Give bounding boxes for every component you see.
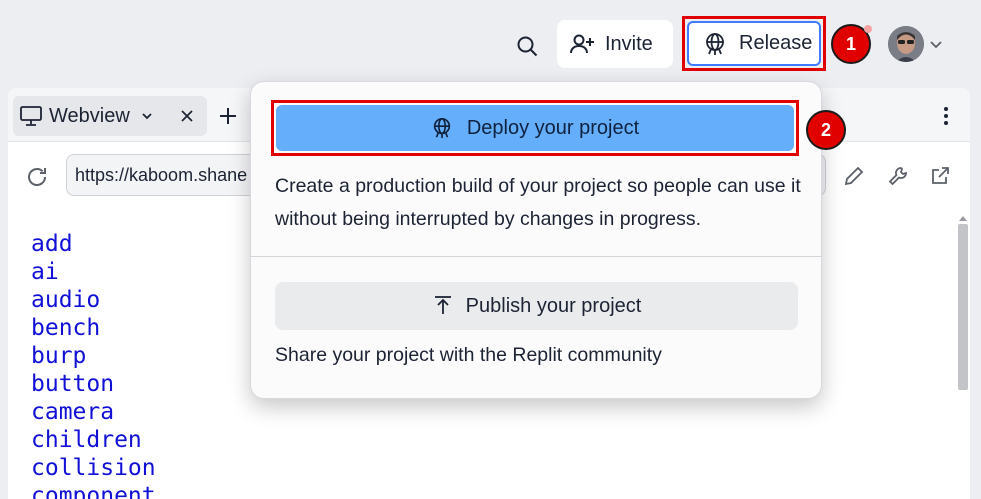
add-tab-button[interactable] [214, 102, 242, 130]
release-button[interactable]: Release [682, 16, 826, 71]
link-audio[interactable]: audio [31, 286, 156, 314]
upload-icon [434, 296, 451, 314]
wrench-icon [888, 167, 907, 186]
avatar-image [888, 26, 924, 62]
link-ai[interactable]: ai [31, 258, 156, 286]
pane-menu-button[interactable] [936, 103, 956, 129]
link-camera[interactable]: camera [31, 398, 156, 426]
globe-rocket-icon [706, 32, 724, 55]
invite-button[interactable]: Invite [557, 20, 673, 68]
scrollbar[interactable] [956, 210, 970, 499]
publish-description: Share your project with the Replit commu… [275, 344, 662, 366]
scroll-thumb[interactable] [958, 224, 968, 390]
close-icon [181, 110, 193, 122]
link-button[interactable]: button [31, 370, 156, 398]
deploy-button[interactable]: Deploy your project [276, 105, 794, 151]
tab-close-button[interactable] [173, 102, 201, 130]
tab-webview[interactable]: Webview [13, 96, 207, 136]
external-link-icon [932, 167, 949, 184]
invite-label: Invite [605, 32, 653, 55]
release-label: Release [739, 32, 813, 54]
notification-dot [864, 25, 872, 33]
webview-content: add ai audio bench burp button camera ch… [31, 230, 156, 499]
deploy-label: Deploy your project [466, 116, 640, 139]
more-vertical-icon [944, 107, 948, 125]
tab-label: Webview [49, 104, 130, 127]
deploy-highlight: Deploy your project [271, 100, 799, 156]
devtools-button[interactable] [884, 162, 912, 190]
plus-icon [220, 108, 236, 124]
monitor-icon [20, 106, 42, 126]
scroll-up-arrow[interactable] [959, 216, 967, 221]
link-component[interactable]: component [31, 482, 156, 499]
link-collision[interactable]: collision [31, 454, 156, 482]
link-children[interactable]: children [31, 426, 156, 454]
avatar[interactable] [888, 26, 924, 62]
edit-button[interactable] [840, 162, 868, 190]
globe-rocket-icon [433, 118, 451, 139]
release-button-inner[interactable]: Release [687, 21, 821, 66]
pencil-icon [844, 166, 864, 186]
link-bench[interactable]: bench [31, 314, 156, 342]
publish-button[interactable]: Publish your project [275, 282, 798, 330]
chevron-down-icon[interactable] [140, 109, 154, 123]
reload-button[interactable] [22, 162, 52, 192]
reload-icon [28, 168, 46, 186]
open-new-tab-button[interactable] [926, 162, 954, 190]
search-button[interactable] [507, 26, 547, 66]
annotation-marker-2: 2 [806, 110, 846, 150]
link-add[interactable]: add [31, 230, 156, 258]
link-burp[interactable]: burp [31, 342, 156, 370]
search-icon [517, 36, 538, 57]
divider [251, 256, 821, 257]
deploy-description: Create a production build of your projec… [275, 175, 801, 230]
chevron-down-icon[interactable] [928, 36, 944, 52]
publish-label: Publish your project [465, 294, 642, 317]
add-user-icon [570, 34, 594, 54]
release-popover: Deploy your project Create a production … [250, 81, 822, 399]
